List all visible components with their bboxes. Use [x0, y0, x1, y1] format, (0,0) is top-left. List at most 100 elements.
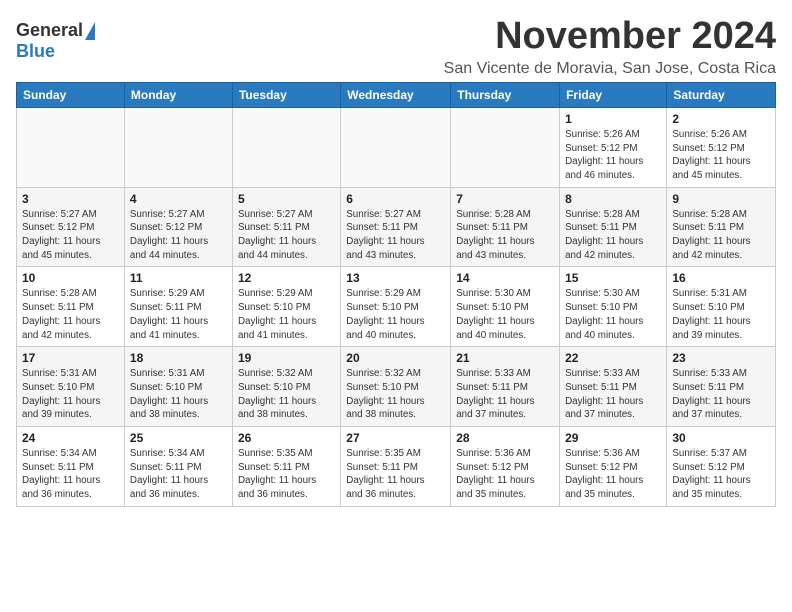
col-friday: Friday — [560, 82, 667, 107]
day-number: 11 — [130, 271, 227, 285]
day-info: Sunrise: 5:28 AM Sunset: 5:11 PM Dayligh… — [672, 208, 770, 263]
day-cell: 2Sunrise: 5:26 AM Sunset: 5:12 PM Daylig… — [667, 107, 776, 187]
day-number: 1 — [565, 112, 661, 126]
day-info: Sunrise: 5:29 AM Sunset: 5:11 PM Dayligh… — [130, 287, 227, 342]
logo-general-text: General — [16, 20, 83, 41]
day-cell — [17, 107, 125, 187]
day-number: 10 — [22, 271, 119, 285]
day-number: 23 — [672, 351, 770, 365]
day-cell: 30Sunrise: 5:37 AM Sunset: 5:12 PM Dayli… — [667, 427, 776, 507]
day-cell: 9 Sunrise: 5:28 AM Sunset: 5:11 PM Daylig… — [667, 187, 776, 267]
day-number: 12 — [238, 271, 335, 285]
col-thursday: Thursday — [451, 82, 560, 107]
day-info: Sunrise: 5:27 AM Sunset: 5:12 PM Dayligh… — [130, 208, 227, 263]
day-info: Sunrise: 5:27 AM Sunset: 5:11 PM Dayligh… — [238, 208, 335, 263]
day-number: 7 — [456, 192, 554, 206]
day-cell: 17 Sunrise: 5:31 AM Sunset: 5:10 PM Dayli… — [17, 347, 125, 427]
header-row: Sunday Monday Tuesday Wednesday Thursday… — [17, 82, 776, 107]
day-cell: 22 Sunrise: 5:33 AM Sunset: 5:11 PM Dayli… — [560, 347, 667, 427]
day-cell: 24 Sunrise: 5:34 AM Sunset: 5:11 PM Dayli… — [17, 427, 125, 507]
day-cell — [341, 107, 451, 187]
day-number: 20 — [346, 351, 445, 365]
day-cell: 18Sunrise: 5:31 AM Sunset: 5:10 PM Dayli… — [124, 347, 232, 427]
day-cell: 23Sunrise: 5:33 AM Sunset: 5:11 PM Dayli… — [667, 347, 776, 427]
day-info: Sunrise: 5:27 AM Sunset: 5:12 PM Dayligh… — [22, 208, 119, 263]
day-cell: 19 Sunrise: 5:32 AM Sunset: 5:10 PM Dayli… — [232, 347, 340, 427]
day-number: 29 — [565, 431, 661, 445]
day-number: 22 — [565, 351, 661, 365]
day-cell: 27 Sunrise: 5:35 AM Sunset: 5:11 PM Dayli… — [341, 427, 451, 507]
month-title: November 2024 — [444, 16, 776, 58]
week-row-2: 3Sunrise: 5:27 AM Sunset: 5:12 PM Daylig… — [17, 187, 776, 267]
day-info: Sunrise: 5:27 AM Sunset: 5:11 PM Dayligh… — [346, 208, 445, 263]
day-info: Sunrise: 5:29 AM Sunset: 5:10 PM Dayligh… — [238, 287, 335, 342]
day-cell: 4 Sunrise: 5:27 AM Sunset: 5:12 PM Daylig… — [124, 187, 232, 267]
location-title: San Vicente de Moravia, San Jose, Costa … — [444, 60, 776, 78]
day-cell: 25Sunrise: 5:34 AM Sunset: 5:11 PM Dayli… — [124, 427, 232, 507]
day-cell — [124, 107, 232, 187]
day-number: 21 — [456, 351, 554, 365]
day-info: Sunrise: 5:32 AM Sunset: 5:10 PM Dayligh… — [346, 367, 445, 422]
day-number: 24 — [22, 431, 119, 445]
col-saturday: Saturday — [667, 82, 776, 107]
day-cell: 21Sunrise: 5:33 AM Sunset: 5:11 PM Dayli… — [451, 347, 560, 427]
col-sunday: Sunday — [17, 82, 125, 107]
day-cell: 5 Sunrise: 5:27 AM Sunset: 5:11 PM Daylig… — [232, 187, 340, 267]
day-number: 14 — [456, 271, 554, 285]
day-cell — [232, 107, 340, 187]
logo-triangle-icon — [85, 22, 95, 40]
day-number: 17 — [22, 351, 119, 365]
day-number: 4 — [130, 192, 227, 206]
day-cell: 12 Sunrise: 5:29 AM Sunset: 5:10 PM Dayli… — [232, 267, 340, 347]
day-info: Sunrise: 5:36 AM Sunset: 5:12 PM Dayligh… — [456, 447, 554, 502]
day-cell: 26Sunrise: 5:35 AM Sunset: 5:11 PM Dayli… — [232, 427, 340, 507]
week-row-4: 17 Sunrise: 5:31 AM Sunset: 5:10 PM Dayli… — [17, 347, 776, 427]
day-info: Sunrise: 5:30 AM Sunset: 5:10 PM Dayligh… — [456, 287, 554, 342]
day-number: 28 — [456, 431, 554, 445]
day-cell: 15 Sunrise: 5:30 AM Sunset: 5:10 PM Dayli… — [560, 267, 667, 347]
day-cell: 3Sunrise: 5:27 AM Sunset: 5:12 PM Daylig… — [17, 187, 125, 267]
week-row-5: 24 Sunrise: 5:34 AM Sunset: 5:11 PM Dayli… — [17, 427, 776, 507]
day-cell: 8 Sunrise: 5:28 AM Sunset: 5:11 PM Daylig… — [560, 187, 667, 267]
calendar-body: 1 Sunrise: 5:26 AM Sunset: 5:12 PM Daylig… — [17, 107, 776, 506]
day-number: 19 — [238, 351, 335, 365]
day-info: Sunrise: 5:30 AM Sunset: 5:10 PM Dayligh… — [565, 287, 661, 342]
day-cell: 1 Sunrise: 5:26 AM Sunset: 5:12 PM Daylig… — [560, 107, 667, 187]
day-info: Sunrise: 5:29 AM Sunset: 5:10 PM Dayligh… — [346, 287, 445, 342]
day-number: 27 — [346, 431, 445, 445]
day-cell: 6Sunrise: 5:27 AM Sunset: 5:11 PM Daylig… — [341, 187, 451, 267]
day-cell: 7Sunrise: 5:28 AM Sunset: 5:11 PM Daylig… — [451, 187, 560, 267]
logo-blue-text: Blue — [16, 41, 55, 62]
day-cell — [451, 107, 560, 187]
day-cell: 10 Sunrise: 5:28 AM Sunset: 5:11 PM Dayli… — [17, 267, 125, 347]
day-number: 15 — [565, 271, 661, 285]
day-info: Sunrise: 5:32 AM Sunset: 5:10 PM Dayligh… — [238, 367, 335, 422]
day-number: 13 — [346, 271, 445, 285]
week-row-1: 1 Sunrise: 5:26 AM Sunset: 5:12 PM Daylig… — [17, 107, 776, 187]
day-info: Sunrise: 5:28 AM Sunset: 5:11 PM Dayligh… — [565, 208, 661, 263]
day-info: Sunrise: 5:28 AM Sunset: 5:11 PM Dayligh… — [22, 287, 119, 342]
day-cell: 11 Sunrise: 5:29 AM Sunset: 5:11 PM Dayli… — [124, 267, 232, 347]
day-cell: 20 Sunrise: 5:32 AM Sunset: 5:10 PM Dayli… — [341, 347, 451, 427]
day-info: Sunrise: 5:31 AM Sunset: 5:10 PM Dayligh… — [22, 367, 119, 422]
day-number: 5 — [238, 192, 335, 206]
calendar-table: Sunday Monday Tuesday Wednesday Thursday… — [16, 82, 776, 507]
day-number: 18 — [130, 351, 227, 365]
day-number: 2 — [672, 112, 770, 126]
day-info: Sunrise: 5:33 AM Sunset: 5:11 PM Dayligh… — [565, 367, 661, 422]
logo: General Blue — [16, 20, 95, 62]
day-number: 26 — [238, 431, 335, 445]
day-number: 8 — [565, 192, 661, 206]
day-info: Sunrise: 5:35 AM Sunset: 5:11 PM Dayligh… — [346, 447, 445, 502]
col-tuesday: Tuesday — [232, 82, 340, 107]
calendar-header: Sunday Monday Tuesday Wednesday Thursday… — [17, 82, 776, 107]
day-cell: 14 Sunrise: 5:30 AM Sunset: 5:10 PM Dayli… — [451, 267, 560, 347]
day-info: Sunrise: 5:26 AM Sunset: 5:12 PM Dayligh… — [565, 128, 661, 183]
day-number: 25 — [130, 431, 227, 445]
day-info: Sunrise: 5:36 AM Sunset: 5:12 PM Dayligh… — [565, 447, 661, 502]
day-info: Sunrise: 5:31 AM Sunset: 5:10 PM Dayligh… — [672, 287, 770, 342]
day-number: 9 — [672, 192, 770, 206]
day-info: Sunrise: 5:34 AM Sunset: 5:11 PM Dayligh… — [22, 447, 119, 502]
title-area: November 2024 San Vicente de Moravia, Sa… — [444, 16, 776, 78]
day-cell: 16Sunrise: 5:31 AM Sunset: 5:10 PM Dayli… — [667, 267, 776, 347]
